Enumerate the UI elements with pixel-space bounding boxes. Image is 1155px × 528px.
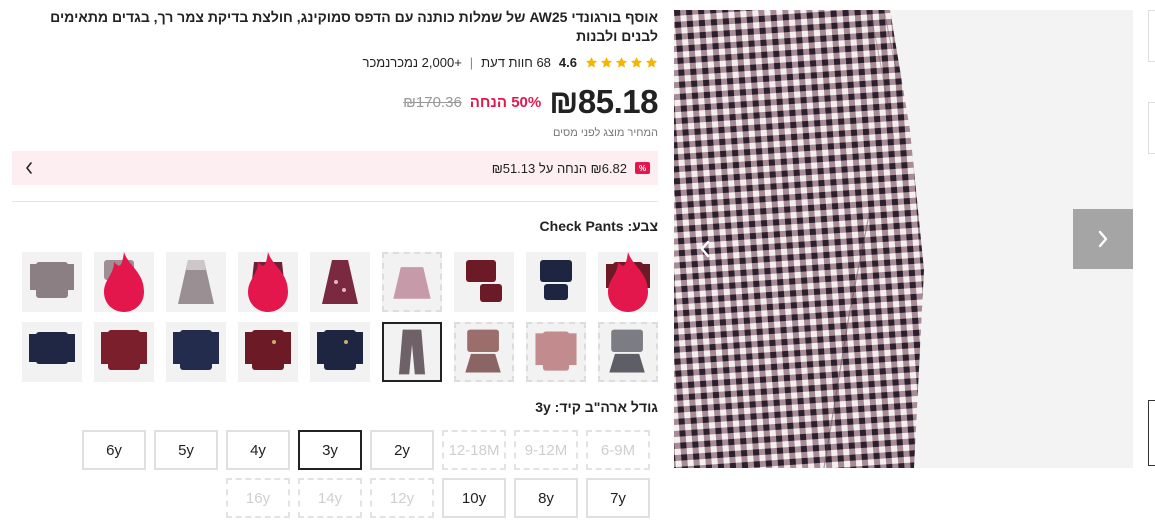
chevron-right-icon <box>1098 230 1108 248</box>
swatch-thumbnail <box>245 330 291 370</box>
swatch-thumbnail <box>609 329 645 373</box>
star-icon <box>630 56 643 68</box>
size-option-10y[interactable]: 10y <box>442 478 506 518</box>
gallery-thumbnail-strip[interactable] <box>1148 0 1155 528</box>
gallery-prev-button[interactable] <box>688 220 722 278</box>
swatch-thumbnail <box>178 260 214 304</box>
rating-separator: | <box>469 54 474 70</box>
size-option-9-12m[interactable]: 9-12M <box>514 430 578 470</box>
promo-coupon-bar[interactable]: % ₪6.82 הנחה על ₪51.13 <box>12 151 658 185</box>
rating-value: 4.6 <box>558 54 577 70</box>
size-option-12y[interactable]: 12y <box>370 478 434 518</box>
size-option-3y[interactable]: 3y <box>298 430 362 470</box>
rating-row: 4.6 68 חוות דעת | +2,000 נמכרנמכר <box>363 53 659 71</box>
color-swatch-check-dress[interactable] <box>166 252 226 312</box>
color-swatch-pink-ribbed-top[interactable] <box>526 322 586 382</box>
price-tax-note: המחיר מוצג לפני מסים <box>552 127 658 139</box>
star-icon <box>600 56 613 68</box>
color-swatch-navy-cardigan[interactable] <box>166 322 226 382</box>
size-option-14y[interactable]: 14y <box>298 478 362 518</box>
size-label: גודל ארה"ב קיד: 3y <box>535 399 658 415</box>
flame-icon <box>104 252 144 312</box>
color-swatch-burgundy-knit-set[interactable] <box>454 252 514 312</box>
star-icon <box>645 56 658 68</box>
size-option-12-18m[interactable]: 12-18M <box>442 430 506 470</box>
star-icon <box>615 56 628 68</box>
current-price: ₪85.18 <box>549 83 658 120</box>
gallery-thumbnail[interactable] <box>1148 102 1155 154</box>
swatch-thumbnail <box>322 260 358 304</box>
star-icon <box>585 56 598 68</box>
color-label: צבע: Check Pants <box>539 218 658 234</box>
color-swatch-navy-cropped-cardigan[interactable] <box>22 322 82 382</box>
size-option-grid: 6-9M 9-12M 12-18M 2y 3y 4y 5y 6y 7y 8y 10y 12y 14y 16… <box>12 430 658 520</box>
swatch-thumbnail <box>466 260 502 302</box>
product-title: אוסף בורגונדי AW25 של שמלות כותנה עם הדפ… <box>50 9 658 44</box>
color-swatch-burgundy-cardigan[interactable] <box>94 322 154 382</box>
check-pants-photo <box>674 10 1133 468</box>
color-swatch-navy-cardigan-set[interactable] <box>526 252 586 312</box>
color-swatch-navy-crest-cardigan[interactable] <box>310 322 370 382</box>
size-option-7y[interactable]: 7y <box>586 478 650 518</box>
swatch-thumbnail <box>29 332 75 364</box>
color-swatch-mauve-cardigan-skirt-set[interactable] <box>454 322 514 382</box>
price-row: ₪85.18 50% הנחה ₪170.36 <box>403 82 658 122</box>
color-swatch-pink-check-skirt[interactable] <box>382 252 442 312</box>
size-option-5y[interactable]: 5y <box>154 430 218 470</box>
swatch-thumbnail <box>535 331 577 371</box>
original-price: ₪170.36 <box>403 93 462 111</box>
color-swatch-grey-cardigan-skirt-set[interactable] <box>598 322 658 382</box>
color-swatch-burgundy-floral-romper[interactable] <box>238 252 298 312</box>
gallery-thumbnail[interactable] <box>1148 10 1155 62</box>
flame-icon <box>608 252 648 312</box>
size-option-6y[interactable]: 6y <box>82 430 146 470</box>
swatch-thumbnail <box>398 329 426 375</box>
size-option-16y[interactable]: 16y <box>226 478 290 518</box>
swatch-thumbnail <box>393 267 431 299</box>
rating-stars <box>585 56 658 69</box>
gallery-next-button[interactable] <box>1073 209 1133 269</box>
swatch-thumbnail <box>30 262 74 298</box>
swatch-thumbnail <box>317 330 363 370</box>
color-swatch-check-set-with-bloomers[interactable] <box>94 252 154 312</box>
sold-count: +2,000 נמכרנמכר <box>362 54 462 70</box>
color-swatch-check-pants[interactable] <box>382 322 442 382</box>
promo-text: ₪6.82 הנחה על ₪51.13 <box>491 160 627 176</box>
swatch-thumbnail <box>540 260 572 300</box>
flame-icon <box>248 252 288 312</box>
discount-badge: 50% הנחה <box>469 93 542 111</box>
section-divider <box>12 201 658 202</box>
color-swatch-burgundy-floral-dress[interactable] <box>310 252 370 312</box>
size-option-2y[interactable]: 2y <box>370 430 434 470</box>
swatch-thumbnail <box>173 330 219 370</box>
color-swatch-check-shirt[interactable] <box>22 252 82 312</box>
color-swatch-grid <box>12 252 658 386</box>
percent-icon: % <box>635 162 650 174</box>
swatch-thumbnail <box>465 329 501 373</box>
product-image-gallery[interactable] <box>674 10 1133 468</box>
size-option-6-9m[interactable]: 6-9M <box>586 430 650 470</box>
chevron-left-icon <box>700 240 710 258</box>
color-swatch-burgundy-cardigan-set[interactable] <box>598 252 658 312</box>
gallery-thumbnail[interactable] <box>1148 400 1155 466</box>
reviews-count-link[interactable]: 68 חוות דעת <box>481 55 551 70</box>
chevron-left-icon <box>26 162 32 174</box>
size-option-8y[interactable]: 8y <box>514 478 578 518</box>
size-option-4y[interactable]: 4y <box>226 430 290 470</box>
color-swatch-burgundy-crest-cardigan[interactable] <box>238 322 298 382</box>
swatch-thumbnail <box>101 330 147 370</box>
